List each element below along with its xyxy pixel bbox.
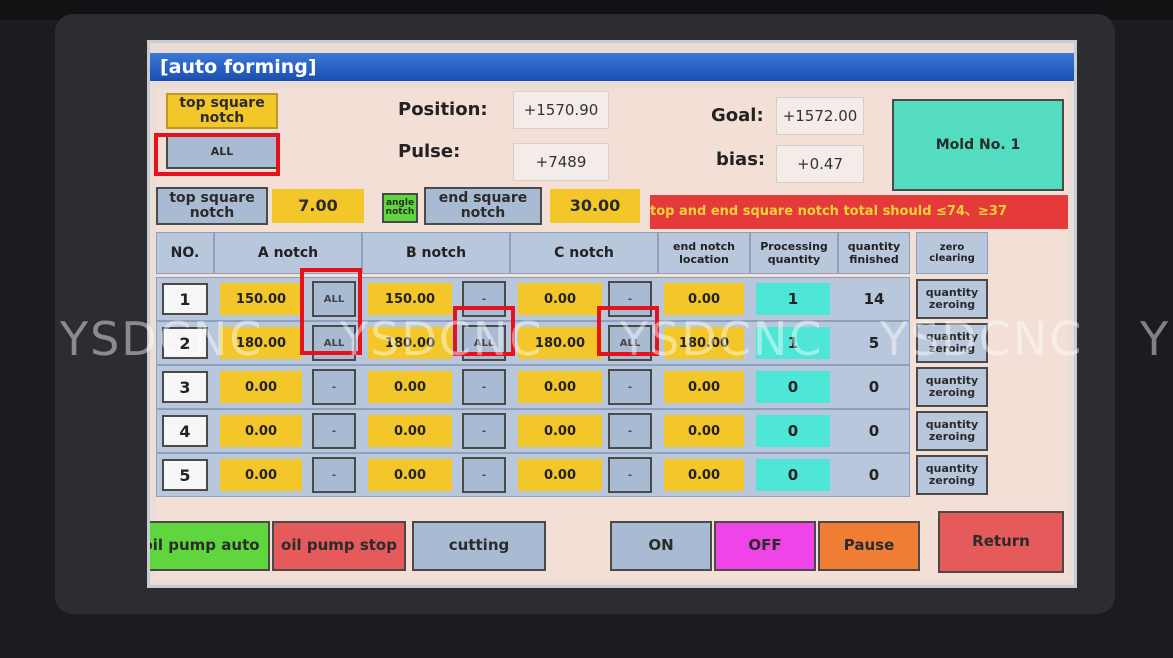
top-square-notch-label: top square notch (166, 93, 278, 129)
on-button[interactable]: ON (610, 521, 712, 571)
watermark-1: YSDCNC (60, 312, 264, 366)
pause-button[interactable]: Pause (818, 521, 920, 571)
a-notch-value[interactable]: 0.00 (220, 371, 302, 403)
off-button[interactable]: OFF (714, 521, 816, 571)
b-notch-value[interactable]: 0.00 (368, 371, 452, 403)
b-notch-value[interactable]: 150.00 (368, 283, 452, 315)
c-notch-mode-button[interactable]: - (608, 413, 652, 449)
watermark-5: Y (1140, 312, 1171, 366)
window-title: [auto forming] (150, 53, 1074, 81)
end-notch-location-value[interactable]: 0.00 (664, 283, 744, 315)
highlight-box-top-notch-all (154, 133, 280, 176)
watermark-2: YSDCNC (340, 312, 544, 366)
a-notch-mode-button[interactable]: - (312, 457, 356, 493)
a-notch-mode-button[interactable]: - (312, 413, 356, 449)
end-square-notch-value[interactable]: 30.00 (550, 189, 640, 223)
col-header-processing: Processing quantity (750, 232, 838, 274)
goal-label: Goal: (711, 105, 764, 126)
quantity-finished-value: 0 (868, 422, 880, 440)
processing-quantity-value[interactable]: 0 (756, 371, 830, 403)
col-header-c-notch: C notch (510, 232, 658, 274)
processing-quantity-value[interactable]: 0 (756, 459, 830, 491)
col-header-finished: quantity finished (838, 232, 910, 274)
b-notch-value[interactable]: 0.00 (368, 415, 452, 447)
col-header-end-notch: end notch location (658, 232, 750, 274)
bias-label: bias: (716, 149, 766, 170)
a-notch-mode-button[interactable]: - (312, 369, 356, 405)
a-notch-value[interactable]: 0.00 (220, 415, 302, 447)
c-notch-value[interactable]: 0.00 (518, 459, 602, 491)
angle-notch-button[interactable]: angle notch (382, 193, 418, 223)
c-notch-mode-button[interactable]: - (608, 457, 652, 493)
c-notch-value[interactable]: 0.00 (518, 415, 602, 447)
col-header-b-notch: B notch (362, 232, 510, 274)
col-header-no: NO. (156, 232, 214, 274)
oil-pump-stop-button[interactable]: oil pump stop (272, 521, 406, 571)
return-button[interactable]: Return (938, 511, 1064, 573)
pulse-label: Pulse: (398, 141, 461, 162)
row-number: 3 (162, 371, 208, 403)
bias-value: +0.47 (776, 145, 864, 183)
quantity-finished-value: 0 (868, 378, 880, 396)
quantity-finished-value: 0 (868, 466, 880, 484)
a-notch-value[interactable]: 0.00 (220, 459, 302, 491)
processing-quantity-value[interactable]: 0 (756, 415, 830, 447)
row-number: 5 (162, 459, 208, 491)
end-notch-location-value[interactable]: 0.00 (664, 459, 744, 491)
end-notch-location-value[interactable]: 0.00 (664, 415, 744, 447)
notch-total-warning: top and end square notch total should ≤7… (650, 195, 1068, 229)
b-notch-mode-button[interactable]: - (462, 369, 506, 405)
a-notch-value[interactable]: 150.00 (220, 283, 302, 315)
b-notch-value[interactable]: 0.00 (368, 459, 452, 491)
top-square-notch-value[interactable]: 7.00 (272, 189, 364, 223)
top-square-notch-setting-label: top square notch (156, 187, 268, 225)
quantity-zeroing-button[interactable]: quantity zeroing (916, 367, 988, 407)
end-notch-location-value[interactable]: 0.00 (664, 371, 744, 403)
quantity-finished-value: 14 (863, 290, 885, 308)
end-square-notch-setting-label: end square notch (424, 187, 542, 225)
mold-number-button[interactable]: Mold No. 1 (892, 99, 1064, 191)
b-notch-mode-button[interactable]: - (462, 413, 506, 449)
watermark-3: YSDCNC (620, 312, 824, 366)
oil-pump-auto-button[interactable]: oil pump auto (150, 521, 270, 571)
cutting-button[interactable]: cutting (412, 521, 546, 571)
row-number: 1 (162, 283, 208, 315)
c-notch-value[interactable]: 0.00 (518, 371, 602, 403)
col-header-zero-clearing: zero clearing (916, 232, 988, 274)
processing-quantity-value[interactable]: 1 (756, 283, 830, 315)
pulse-value: +7489 (513, 143, 609, 181)
position-label: Position: (398, 99, 488, 120)
quantity-zeroing-button[interactable]: quantity zeroing (916, 455, 988, 495)
position-value: +1570.90 (513, 91, 609, 129)
b-notch-mode-button[interactable]: - (462, 457, 506, 493)
c-notch-mode-button[interactable]: - (608, 369, 652, 405)
watermark-4: YSDCNC (880, 312, 1084, 366)
c-notch-value[interactable]: 0.00 (518, 283, 602, 315)
quantity-zeroing-button[interactable]: quantity zeroing (916, 411, 988, 451)
goal-value: +1572.00 (776, 97, 864, 135)
row-number: 4 (162, 415, 208, 447)
